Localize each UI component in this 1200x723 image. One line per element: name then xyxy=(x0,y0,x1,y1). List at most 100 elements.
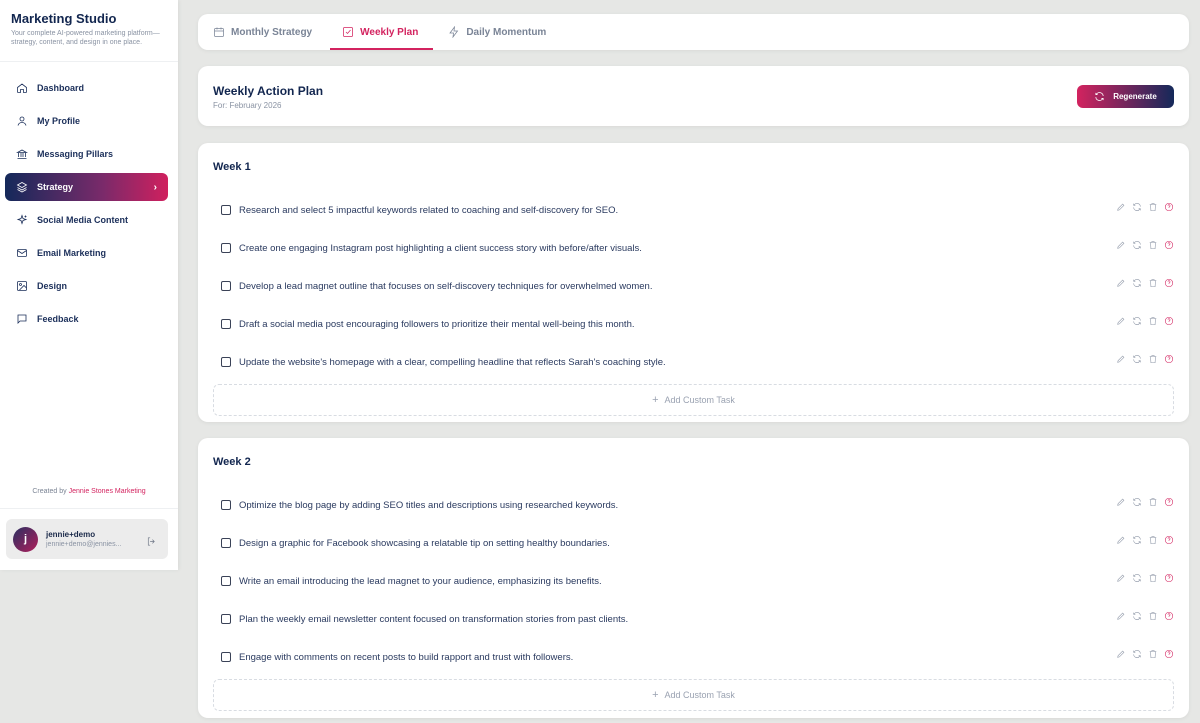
edit-icon[interactable] xyxy=(1116,202,1126,212)
regenerate-button[interactable]: Regenerate xyxy=(1077,85,1174,108)
edit-icon[interactable] xyxy=(1116,354,1126,364)
chevron-right-icon: › xyxy=(153,181,157,193)
task-checkbox[interactable] xyxy=(221,205,231,215)
refresh-icon[interactable] xyxy=(1132,240,1142,250)
task-checkbox[interactable] xyxy=(221,243,231,253)
trash-icon[interactable] xyxy=(1148,573,1158,583)
task-actions xyxy=(1116,202,1174,212)
credit-prefix: Created by xyxy=(32,488,67,495)
edit-icon[interactable] xyxy=(1116,535,1126,545)
task-row: Plan the weekly email newsletter content… xyxy=(213,600,1174,638)
help-icon[interactable] xyxy=(1164,497,1174,507)
task-text: Plan the weekly email newsletter content… xyxy=(239,613,629,625)
sidebar-item-label: My Profile xyxy=(37,116,81,126)
sidebar-item-label: Feedback xyxy=(37,314,79,324)
add-custom-task-button[interactable]: + Add Custom Task xyxy=(213,679,1174,711)
week-card-1: Week 1 Research and select 5 impactful k… xyxy=(198,143,1189,422)
help-icon[interactable] xyxy=(1164,316,1174,326)
refresh-icon[interactable] xyxy=(1132,316,1142,326)
task-actions xyxy=(1116,573,1174,583)
user-card[interactable]: j jennie+demo jennie+demo@jennies... xyxy=(6,519,168,559)
sparkles-icon xyxy=(16,214,28,226)
brand-subtitle: Your complete AI-powered marketing platf… xyxy=(11,30,160,46)
sidebar-item-dashboard[interactable]: Dashboard xyxy=(5,74,168,102)
trash-icon[interactable] xyxy=(1148,611,1158,621)
user-icon xyxy=(16,115,28,127)
trash-icon[interactable] xyxy=(1148,240,1158,250)
help-icon[interactable] xyxy=(1164,354,1174,364)
sidebar: Marketing Studio Your complete AI-powere… xyxy=(0,0,178,570)
credit-link[interactable]: Jennie Stones Marketing xyxy=(69,488,146,495)
refresh-icon[interactable] xyxy=(1132,278,1142,288)
task-row: Update the website's homepage with a cle… xyxy=(213,343,1174,381)
refresh-icon[interactable] xyxy=(1132,611,1142,621)
lightning-icon xyxy=(448,26,460,38)
refresh-icon[interactable] xyxy=(1132,535,1142,545)
edit-icon[interactable] xyxy=(1116,649,1126,659)
task-text: Write an email introducing the lead magn… xyxy=(239,575,602,587)
trash-icon[interactable] xyxy=(1148,649,1158,659)
strategy-tabs: Monthly Strategy Weekly Plan Daily Momen… xyxy=(198,14,1189,50)
tab-weekly-plan[interactable]: Weekly Plan xyxy=(330,14,434,50)
week-title: Week 2 xyxy=(213,456,251,468)
page-title: Weekly Action Plan xyxy=(213,84,324,98)
task-checkbox[interactable] xyxy=(221,614,231,624)
task-row: Draft a social media post encouraging fo… xyxy=(213,305,1174,343)
sidebar-item-design[interactable]: Design xyxy=(5,272,168,300)
task-checkbox[interactable] xyxy=(221,319,231,329)
help-icon[interactable] xyxy=(1164,202,1174,212)
sidebar-item-messaging-pillars[interactable]: Messaging Pillars xyxy=(5,140,168,168)
task-checkbox[interactable] xyxy=(221,576,231,586)
add-custom-task-button[interactable]: + Add Custom Task xyxy=(213,384,1174,416)
plus-icon: + xyxy=(652,394,659,406)
task-checkbox[interactable] xyxy=(221,357,231,367)
trash-icon[interactable] xyxy=(1148,497,1158,507)
trash-icon[interactable] xyxy=(1148,354,1158,364)
home-icon xyxy=(16,82,28,94)
user-email: jennie+demo@jennies... xyxy=(46,541,122,548)
edit-icon[interactable] xyxy=(1116,611,1126,621)
mail-icon xyxy=(16,247,28,259)
trash-icon[interactable] xyxy=(1148,278,1158,288)
task-checkbox[interactable] xyxy=(221,652,231,662)
edit-icon[interactable] xyxy=(1116,497,1126,507)
task-actions xyxy=(1116,611,1174,621)
task-checkbox[interactable] xyxy=(221,538,231,548)
edit-icon[interactable] xyxy=(1116,278,1126,288)
refresh-icon[interactable] xyxy=(1132,202,1142,212)
help-icon[interactable] xyxy=(1164,240,1174,250)
task-text: Update the website's homepage with a cle… xyxy=(239,356,666,368)
edit-icon[interactable] xyxy=(1116,573,1126,583)
task-text: Develop a lead magnet outline that focus… xyxy=(239,280,653,292)
sidebar-item-strategy[interactable]: Strategy › xyxy=(5,173,168,201)
edit-icon[interactable] xyxy=(1116,240,1126,250)
user-name: jennie+demo xyxy=(46,530,96,539)
tab-monthly-strategy[interactable]: Monthly Strategy xyxy=(213,14,327,50)
help-icon[interactable] xyxy=(1164,535,1174,545)
tab-daily-momentum[interactable]: Daily Momentum xyxy=(448,14,561,50)
trash-icon[interactable] xyxy=(1148,202,1158,212)
task-checkbox[interactable] xyxy=(221,281,231,291)
task-checkbox[interactable] xyxy=(221,500,231,510)
logout-icon[interactable] xyxy=(146,534,157,546)
refresh-icon[interactable] xyxy=(1132,649,1142,659)
help-icon[interactable] xyxy=(1164,649,1174,659)
help-icon[interactable] xyxy=(1164,611,1174,621)
trash-icon[interactable] xyxy=(1148,535,1158,545)
trash-icon[interactable] xyxy=(1148,316,1158,326)
help-icon[interactable] xyxy=(1164,278,1174,288)
help-icon[interactable] xyxy=(1164,573,1174,583)
task-actions xyxy=(1116,535,1174,545)
refresh-icon[interactable] xyxy=(1132,573,1142,583)
task-row: Optimize the blog page by adding SEO tit… xyxy=(213,486,1174,524)
sidebar-item-feedback[interactable]: Feedback xyxy=(5,305,168,333)
sidebar-item-social-media-content[interactable]: Social Media Content xyxy=(5,206,168,234)
sidebar-item-my-profile[interactable]: My Profile xyxy=(5,107,168,135)
task-row: Develop a lead magnet outline that focus… xyxy=(213,267,1174,305)
refresh-icon[interactable] xyxy=(1132,497,1142,507)
refresh-icon[interactable] xyxy=(1132,354,1142,364)
avatar: j xyxy=(13,526,38,552)
edit-icon[interactable] xyxy=(1116,316,1126,326)
sidebar-item-email-marketing[interactable]: Email Marketing xyxy=(5,239,168,267)
